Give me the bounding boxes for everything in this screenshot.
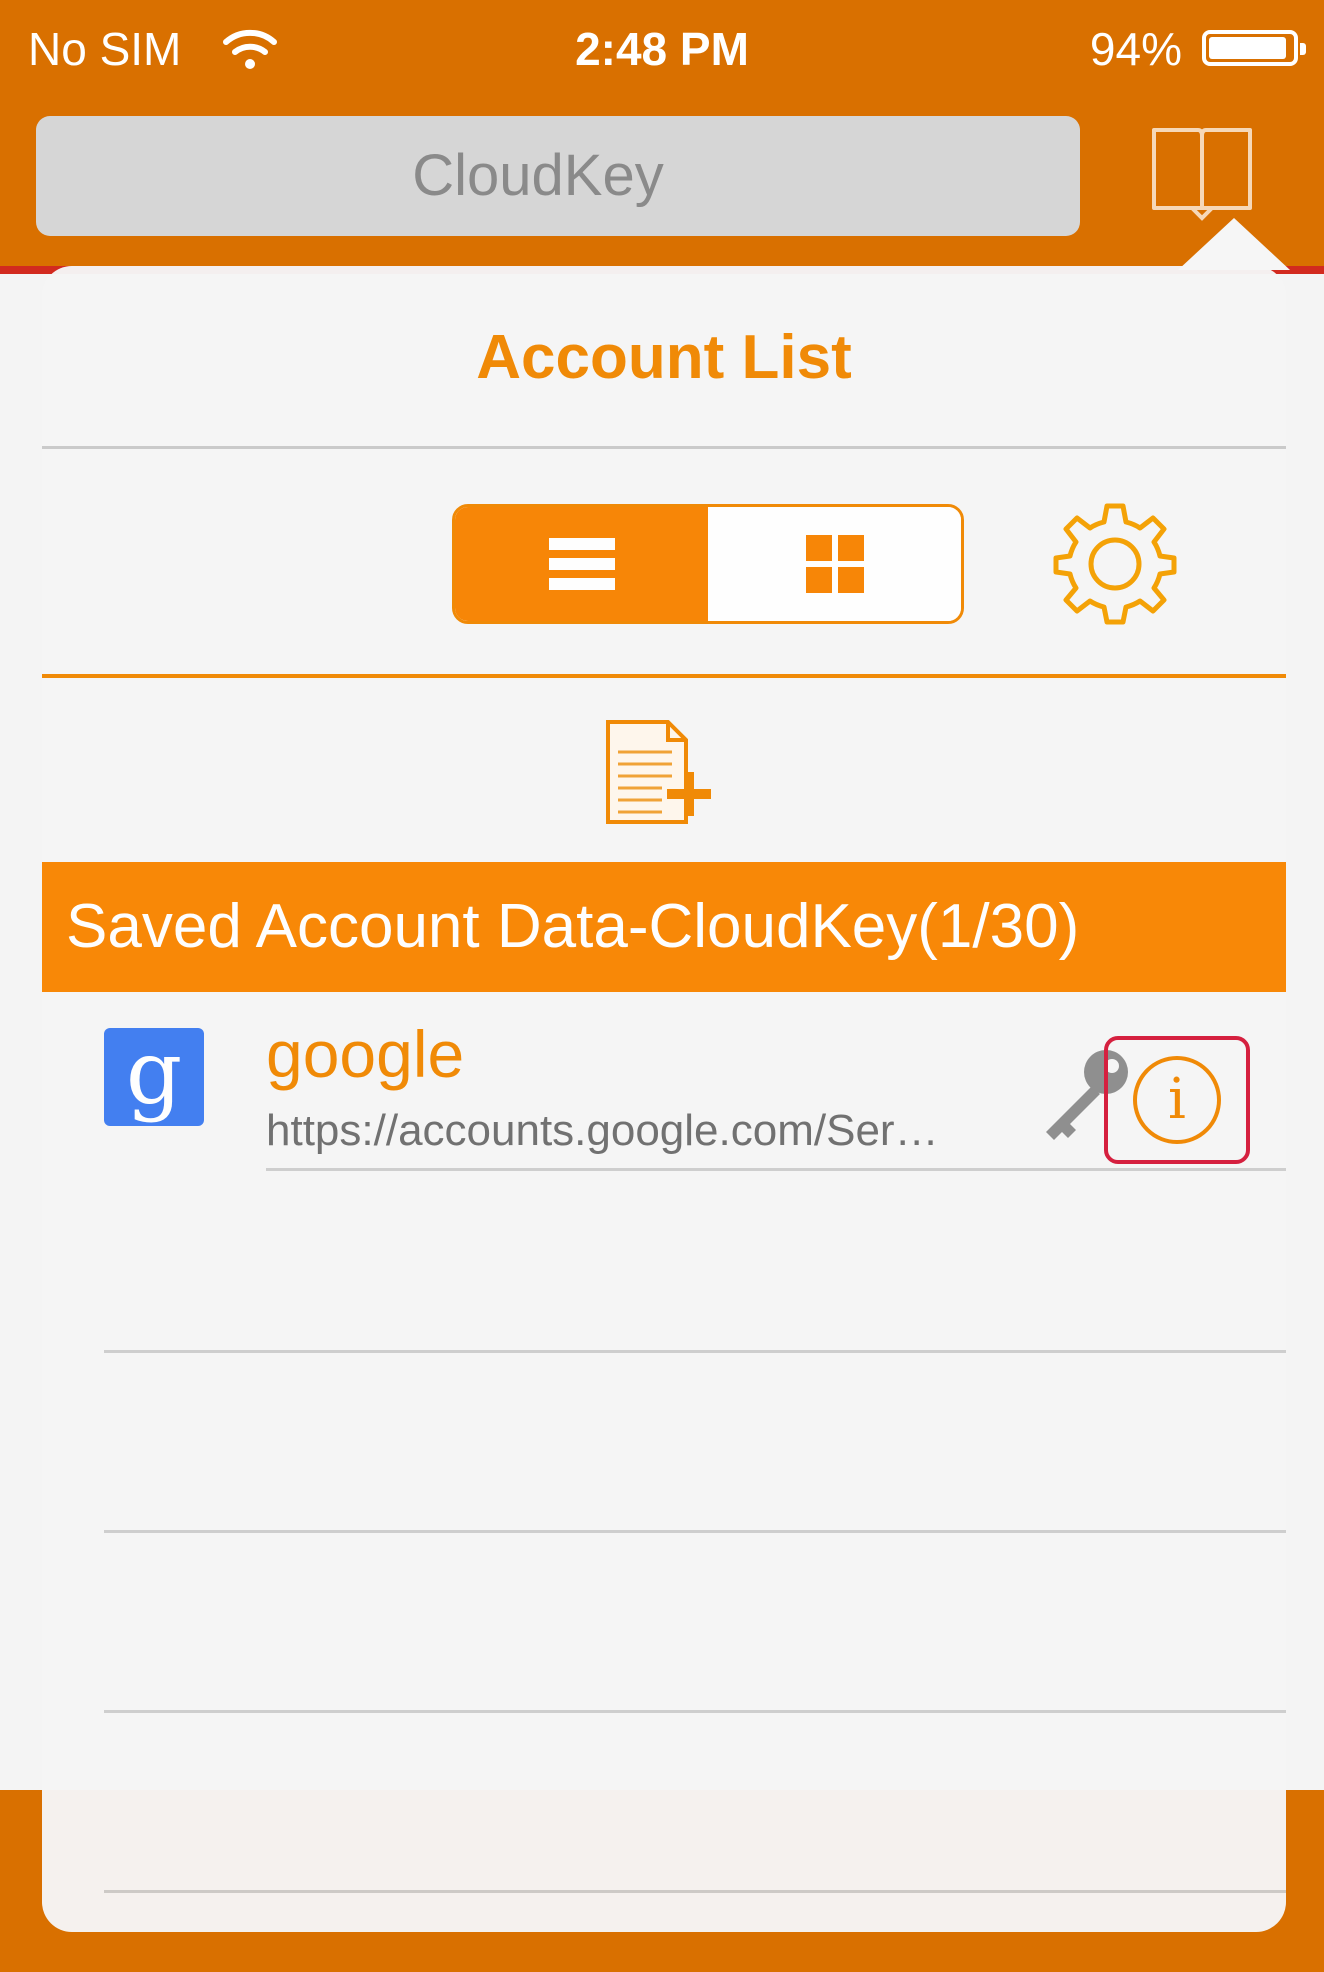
battery-icon (1202, 30, 1306, 66)
battery-percent: 94% (1089, 23, 1182, 75)
toolbar-divider (42, 674, 1286, 678)
row-separator (266, 1168, 1286, 1171)
popover-title: Account List (476, 323, 852, 392)
popover-arrow (1178, 218, 1290, 270)
book-icon[interactable] (1148, 122, 1256, 222)
list-view-button[interactable] (455, 507, 708, 621)
google-favicon-icon: g (104, 1028, 204, 1126)
title-divider (42, 446, 1286, 449)
url-bar[interactable]: CloudKey (36, 116, 1080, 236)
info-icon: i (1133, 1056, 1221, 1144)
top-bar: No SIM 2:48 PM 94% CloudKey (0, 0, 1324, 272)
account-url: https://accounts.google.com/Ser… (266, 1106, 939, 1155)
row-separator (104, 1530, 1286, 1533)
status-bar: No SIM 2:48 PM 94% (0, 0, 1324, 100)
row-separator (104, 1350, 1286, 1353)
saved-accounts-header: Saved Account Data-CloudKey(1/30) (42, 862, 1286, 992)
grid-view-button[interactable] (708, 507, 961, 621)
view-mode-toggle[interactable] (452, 504, 964, 624)
gear-icon[interactable] (1052, 500, 1178, 626)
account-row-google[interactable]: g google https://accounts.google.com/Ser… (42, 1008, 1286, 1164)
row-separator (104, 1890, 1286, 1893)
list-icon (548, 538, 615, 590)
account-name: google (266, 1017, 465, 1091)
row-separator (104, 1710, 1286, 1713)
info-button[interactable]: i (1104, 1036, 1250, 1164)
grid-icon (805, 535, 864, 593)
account-list-popover: Account List Saved Account Data-CloudKey… (42, 266, 1286, 1932)
add-document-icon[interactable] (602, 718, 714, 828)
